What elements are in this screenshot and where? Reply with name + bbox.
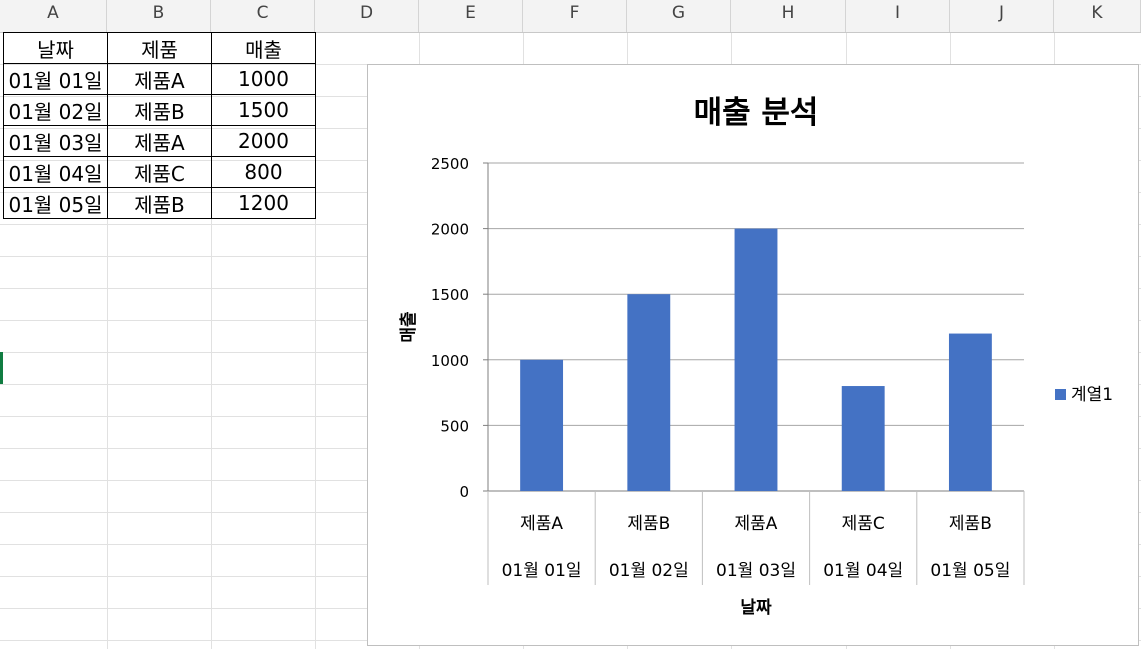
column-header-g[interactable]: G — [627, 0, 731, 32]
chart-area[interactable]: 매출 분석 0 500 1000 1500 2000 2500 제품A 01월 01일 제품B 01… — [367, 64, 1139, 646]
cell-sales[interactable]: 1500 — [211, 94, 316, 126]
cell-product[interactable]: 제품B — [107, 94, 212, 126]
header-cell-date[interactable]: 날짜 — [3, 32, 108, 64]
bar — [841, 386, 885, 491]
table-row: 01월 02일 제품B 1500 — [3, 94, 316, 126]
column-header-b[interactable]: B — [107, 0, 211, 32]
y-tick-label: 2000 — [431, 221, 469, 239]
y-tick-label: 0 — [459, 483, 469, 501]
x-tick-label: 제품C — [842, 514, 885, 534]
cell-date[interactable]: 01월 03일 — [3, 125, 108, 157]
column-header-bar: ABCDEFGHIJK — [0, 0, 1141, 33]
x-tick-label: 제품A — [520, 514, 563, 534]
cell-sales[interactable]: 1200 — [211, 187, 316, 219]
cell-date[interactable]: 01월 01일 — [3, 63, 108, 95]
column-header-h[interactable]: H — [731, 0, 846, 32]
legend-swatch — [1055, 389, 1066, 400]
x-tick-label: 01월 04일 — [823, 561, 903, 581]
bar — [520, 359, 564, 491]
data-table-wrap: 날짜 제품 매출 01월 01일 제품A 1000 01월 02일 제품B 15… — [3, 32, 316, 219]
cell-product[interactable]: 제품A — [107, 63, 212, 95]
column-header-c[interactable]: C — [211, 0, 315, 32]
x-tick-label: 01월 03일 — [716, 561, 796, 581]
bar — [948, 333, 992, 491]
cell-sales[interactable]: 1000 — [211, 63, 316, 95]
cell-sales[interactable]: 2000 — [211, 125, 316, 157]
y-axis-title: 매출 — [399, 311, 419, 343]
active-row-indicator — [0, 352, 3, 384]
data-table: 날짜 제품 매출 01월 01일 제품A 1000 01월 02일 제품B 15… — [3, 32, 316, 219]
table-row: 01월 05일 제품B 1200 — [3, 187, 316, 219]
table-row: 01월 04일 제품C 800 — [3, 156, 316, 188]
column-header-d[interactable]: D — [315, 0, 419, 32]
cell-date[interactable]: 01월 04일 — [3, 156, 108, 188]
cell-product[interactable]: 제품A — [107, 125, 212, 157]
x-axis-title: 날짜 — [740, 598, 772, 618]
cell-date[interactable]: 01월 02일 — [3, 94, 108, 126]
column-header-j[interactable]: J — [950, 0, 1054, 32]
legend-label: 계열1 — [1071, 385, 1113, 405]
cell-sales[interactable]: 800 — [211, 156, 316, 188]
cell-product[interactable]: 제품B — [107, 187, 212, 219]
chart-title: 매출 분석 — [694, 95, 819, 131]
y-tick-label: 1500 — [431, 286, 469, 304]
y-tick-label: 2500 — [431, 155, 469, 173]
x-tick-label: 제품A — [735, 514, 778, 534]
bar — [627, 294, 671, 491]
table-row: 01월 03일 제품A 2000 — [3, 125, 316, 157]
x-tick-label: 제품B — [627, 514, 670, 534]
column-header-f[interactable]: F — [523, 0, 627, 32]
column-header-k[interactable]: K — [1054, 0, 1141, 32]
x-tick-label: 01월 05일 — [930, 561, 1010, 581]
table-header-row: 날짜 제품 매출 — [3, 32, 316, 64]
table-row: 01월 01일 제품A 1000 — [3, 63, 316, 95]
y-tick-label: 1000 — [431, 352, 469, 370]
column-header-a[interactable]: A — [0, 0, 107, 32]
x-tick-label: 01월 01일 — [502, 561, 582, 581]
header-cell-product[interactable]: 제품 — [107, 32, 212, 64]
header-cell-sales[interactable]: 매출 — [211, 32, 316, 64]
y-tick-label: 500 — [440, 417, 469, 435]
column-header-i[interactable]: I — [846, 0, 950, 32]
cell-date[interactable]: 01월 05일 — [3, 187, 108, 219]
column-header-e[interactable]: E — [419, 0, 523, 32]
x-tick-label: 제품B — [949, 514, 992, 534]
bar — [734, 228, 778, 491]
x-tick-label: 01월 02일 — [609, 561, 689, 581]
cell-product[interactable]: 제품C — [107, 156, 212, 188]
bar-chart: 매출 분석 0 500 1000 1500 2000 2500 제품A 01월 01일 제품B 01… — [399, 95, 1113, 618]
